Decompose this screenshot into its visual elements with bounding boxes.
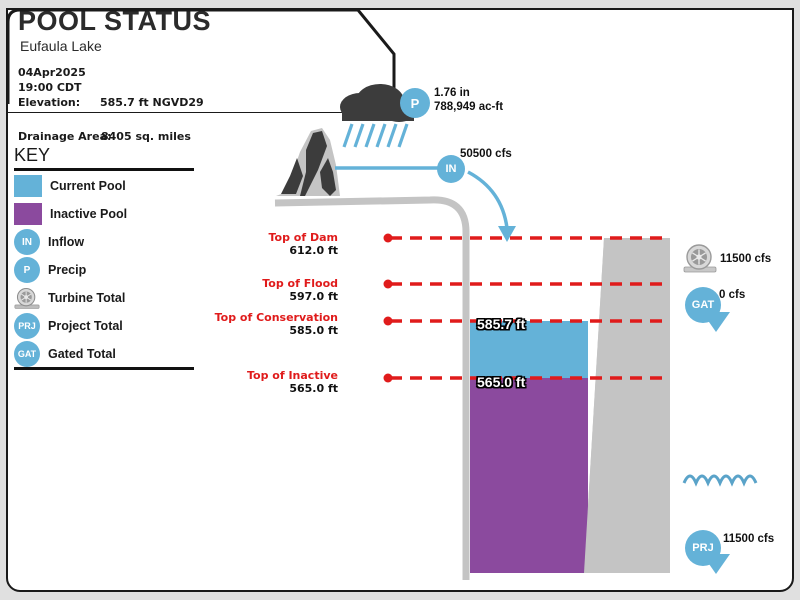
level-label-top-of-dam: Top of Dam 612.0 ft — [269, 231, 339, 257]
level-name: Top of Flood — [262, 277, 338, 290]
pool-status-screen: POOL STATUS Eufaula Lake 04Apr2025 19:00… — [0, 0, 800, 600]
inflow-value: 50500 cfs — [460, 148, 512, 160]
precip-badge: P — [400, 88, 430, 118]
level-value: 565.0 ft — [289, 382, 338, 395]
level-name: Top of Inactive — [246, 369, 338, 382]
level-label-top-of-flood: Top of Flood 597.0 ft — [262, 277, 338, 303]
project-total-value: 11500 cfs — [723, 533, 775, 545]
gated-total-badge: GAT — [685, 287, 721, 323]
rain-drops — [342, 123, 409, 148]
reservoir-diagram — [274, 84, 758, 580]
level-value: 612.0 ft — [289, 244, 338, 257]
turbine-icon-diagram — [683, 244, 717, 273]
inflow-arrow — [467, 170, 516, 242]
level-label-top-of-conservation: Top of Conservation 585.0 ft — [215, 311, 338, 337]
level-label-top-of-inactive: Top of Inactive 565.0 ft — [247, 369, 338, 395]
current-pool-elevation-label: 585.7 ft — [477, 316, 526, 332]
gated-total-value: 0 cfs — [719, 289, 746, 301]
precip-volume: 788,949 ac-ft — [434, 101, 504, 113]
inactive-pool-fill — [470, 378, 588, 573]
precip-amount: 1.76 in — [434, 87, 470, 99]
mountain-graphic — [276, 128, 340, 196]
tailwater-waves — [682, 474, 758, 487]
level-value: 597.0 ft — [289, 290, 338, 303]
project-total-badge: PRJ — [685, 530, 721, 566]
turbine-total-value: 11500 cfs — [720, 253, 772, 265]
level-value: 585.0 ft — [289, 324, 338, 337]
level-name: Top of Conservation — [214, 311, 338, 324]
dam-body-overlay — [584, 238, 670, 573]
level-name: Top of Dam — [268, 231, 339, 244]
inactive-pool-elevation-label: 565.0 ft — [477, 374, 526, 390]
level-line-dots — [383, 233, 393, 383]
